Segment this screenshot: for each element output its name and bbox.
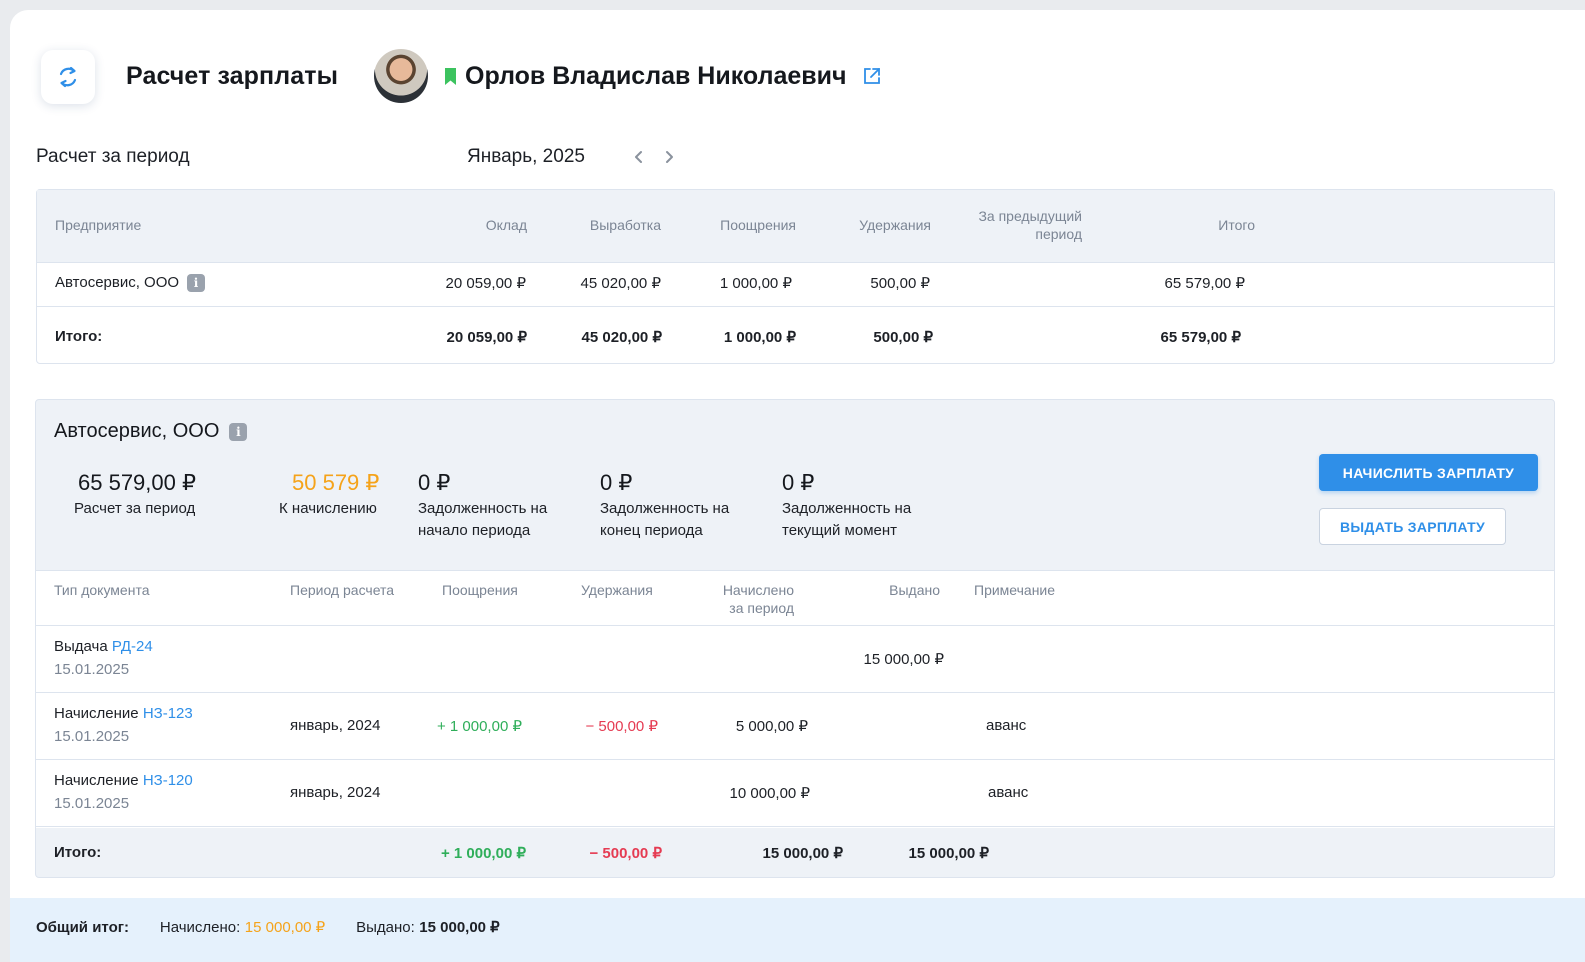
- grand-accrued-label: Начислено:: [159, 919, 241, 936]
- cell-bonuses: 1 000,00 ₽: [719, 275, 792, 292]
- period-value: Январь, 2025: [467, 146, 585, 167]
- row-company: Автосервис, ООО i: [55, 274, 206, 293]
- info-icon[interactable]: i: [229, 422, 248, 441]
- doc-bonuses: + 1 000,00 ₽: [436, 718, 522, 735]
- chevron-right-icon[interactable]: [660, 148, 678, 166]
- summary-table: Предприятие Оклад Выработка Поощрения Уд…: [36, 189, 1555, 364]
- doc-date: 15.01.2025: [54, 661, 130, 678]
- doc-type: Выдача РД-24: [54, 638, 153, 655]
- metric-debt-start-value: 0 ₽: [418, 470, 451, 495]
- grand-total-label: Общий итог:: [36, 919, 129, 936]
- doc-deductions: − 500,00 ₽: [585, 718, 658, 735]
- col-calc-period: Период расчета: [290, 582, 395, 598]
- col-doc-deductions: Удержания: [581, 582, 653, 598]
- total-total: 65 579,00 ₽: [1160, 329, 1241, 346]
- doc-accrued: 5 000,00 ₽: [735, 718, 808, 735]
- doc-accrued: 10 000,00 ₽: [729, 785, 810, 802]
- cell-salary: 20 059,00 ₽: [445, 275, 526, 292]
- docs-total-bonuses: + 1 000,00 ₽: [440, 845, 526, 862]
- pay-salary-button[interactable]: ВЫДАТЬ ЗАРПЛАТУ: [1319, 508, 1506, 545]
- table-row[interactable]: Автосервис, ООО i 20 059,00 ₽ 45 020,00 ₽…: [37, 263, 1554, 307]
- grand-accrued-value: 15 000,00 ₽: [244, 919, 326, 936]
- refresh-icon: [59, 66, 77, 88]
- col-doc-bonuses: Поощрения: [442, 582, 518, 598]
- external-link-icon[interactable]: [862, 66, 882, 86]
- refresh-button[interactable]: [41, 50, 95, 104]
- cell-output: 45 020,00 ₽: [580, 275, 661, 292]
- total-salary: 20 059,00 ₽: [446, 329, 527, 346]
- cell-total: 65 579,00 ₽: [1164, 275, 1245, 292]
- doc-date: 15.01.2025: [54, 728, 130, 745]
- table-row[interactable]: Начисление НЗ-120 15.01.2025 январь, 202…: [36, 760, 1554, 827]
- col-total: Итого: [1218, 217, 1255, 233]
- col-note: Примечание: [974, 582, 1056, 598]
- col-company: Предприятие: [55, 217, 142, 233]
- col-bonuses: Поощрения: [720, 217, 796, 233]
- documents-total-row: Итого: + 1 000,00 ₽ − 500,00 ₽ 15 000,00…: [36, 828, 1554, 878]
- doc-period: январь, 2024: [290, 717, 381, 734]
- grand-total-bar: Общий итог: Начислено: 15 000,00 ₽ Выдан…: [10, 898, 1585, 962]
- col-accrued: Начислено за период: [722, 582, 794, 616]
- summary-table-header: Предприятие Оклад Выработка Поощрения Уд…: [37, 190, 1554, 263]
- col-doc-type: Тип документа: [54, 582, 150, 598]
- col-salary: Оклад: [485, 217, 527, 233]
- grand-total: Общий итог: Начислено: 15 000,00 ₽ Выдан…: [36, 918, 500, 937]
- docs-total-accrued: 15 000,00 ₽: [762, 845, 843, 862]
- cell-deductions: 500,00 ₽: [870, 275, 930, 292]
- col-paid: Выдано: [889, 582, 940, 598]
- doc-note: аванс: [986, 717, 1027, 734]
- doc-link[interactable]: НЗ-123: [143, 705, 193, 722]
- documents-table-header: Тип документа Период расчета Поощрения У…: [36, 571, 1554, 626]
- doc-note: аванс: [988, 784, 1029, 801]
- metric-period-value: 65 579,00 ₽: [78, 470, 196, 495]
- col-output: Выработка: [589, 217, 661, 233]
- total-deductions: 500,00 ₽: [873, 329, 933, 346]
- total-bonuses: 1 000,00 ₽: [723, 329, 796, 346]
- company-title: Автосервис, ООО i: [54, 420, 248, 443]
- documents-table: Тип документа Период расчета Поощрения У…: [36, 570, 1554, 828]
- doc-type: Начисление НЗ-120: [54, 772, 193, 789]
- summary-total-label: Итого:: [55, 328, 103, 345]
- col-prev-period: За предыдущий период: [978, 208, 1082, 242]
- doc-link[interactable]: РД-24: [112, 638, 153, 655]
- metric-to-accrue-label: К начислению: [279, 500, 377, 517]
- col-deductions: Удержания: [859, 217, 931, 233]
- employee-name: Орлов Владислав Николаевич: [465, 62, 847, 90]
- avatar: [374, 49, 428, 103]
- docs-total-paid: 15 000,00 ₽: [908, 845, 989, 862]
- accrue-salary-button[interactable]: НАЧИСЛИТЬ ЗАРПЛАТУ: [1319, 454, 1538, 491]
- info-icon[interactable]: i: [187, 274, 206, 293]
- grand-paid-value: 15 000,00 ₽: [419, 919, 500, 936]
- doc-period: январь, 2024: [290, 784, 381, 801]
- metric-debt-start-label: Задолженность на начало периода: [418, 500, 548, 539]
- chevron-left-icon[interactable]: [630, 148, 648, 166]
- metric-debt-end-label: Задолженность на конец периода: [600, 500, 730, 539]
- metric-period-label: Расчет за период: [74, 500, 196, 517]
- metric-debt-end-value: 0 ₽: [600, 470, 633, 495]
- table-row[interactable]: Выдача РД-24 15.01.2025 15 000,00 ₽: [36, 626, 1554, 693]
- metric-debt-current-label: Задолженность на текущий момент: [782, 500, 912, 539]
- period-label: Расчет за период: [36, 146, 190, 167]
- docs-total-deductions: − 500,00 ₽: [589, 845, 662, 862]
- bookmark-icon: [445, 68, 456, 85]
- doc-paid: 15 000,00 ₽: [863, 651, 944, 668]
- table-row[interactable]: Начисление НЗ-123 15.01.2025 январь, 202…: [36, 693, 1554, 760]
- payroll-card: Расчет зарплаты Орлов Владислав Николаев…: [10, 10, 1585, 962]
- metric-to-accrue-value: 50 579 ₽: [292, 470, 380, 495]
- doc-type: Начисление НЗ-123: [54, 705, 193, 722]
- docs-total-label: Итого:: [54, 844, 102, 861]
- total-output: 45 020,00 ₽: [581, 329, 662, 346]
- page-title: Расчет зарплаты: [126, 62, 339, 90]
- grand-paid-label: Выдано:: [356, 919, 415, 936]
- doc-date: 15.01.2025: [54, 795, 130, 812]
- metric-debt-current-value: 0 ₽: [782, 470, 815, 495]
- doc-link[interactable]: НЗ-120: [143, 772, 193, 789]
- company-section: Автосервис, ООО i 65 579,00 ₽ Расчет за п…: [35, 399, 1555, 878]
